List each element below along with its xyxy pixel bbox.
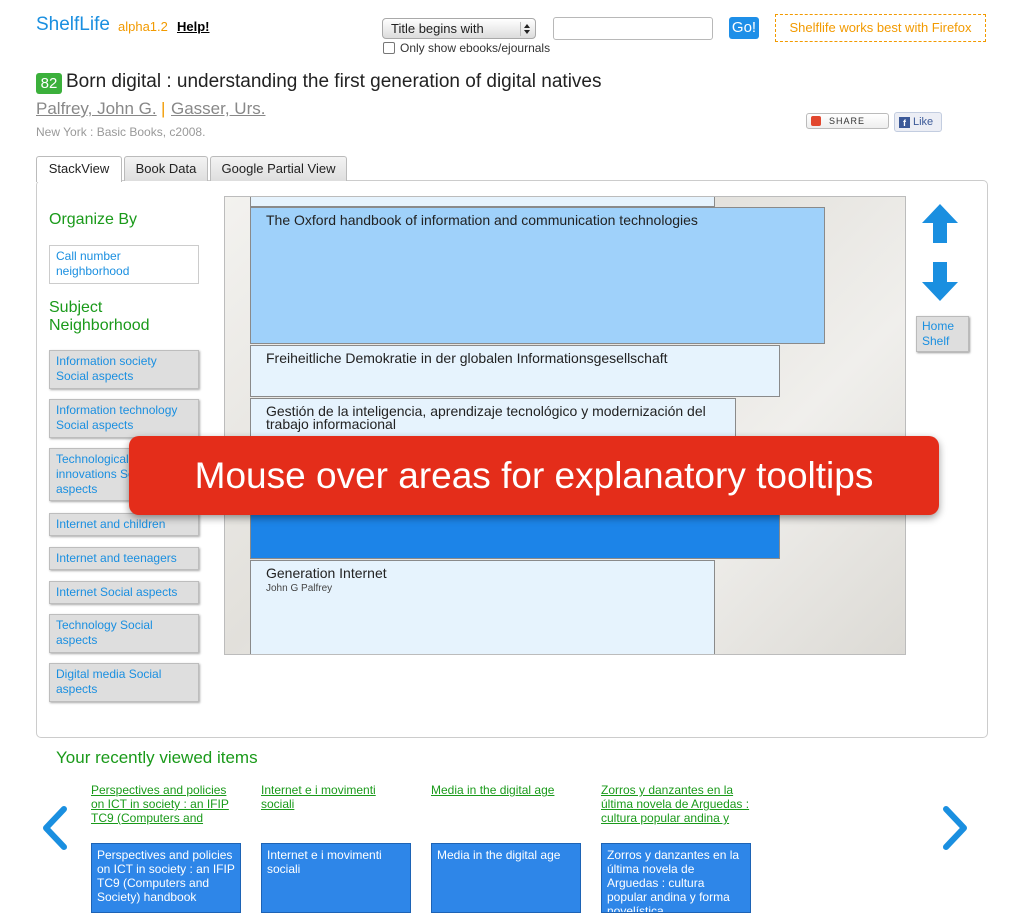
stack-view: The Oxford handbook of information and c… [224,196,906,655]
tooltip-banner: Mouse over areas for explanatory tooltip… [129,436,939,515]
book-title: Generation Internet [266,565,387,581]
facebook-icon: f [899,117,910,128]
search-type-select[interactable]: Title begins with [382,18,536,39]
go-button[interactable]: Go! [729,17,759,39]
author-link-1[interactable]: Palfrey, John G. [36,99,157,119]
recent-item-link[interactable]: Internet e i movimenti sociali [261,783,411,827]
book-title: Freiheitliche Demokratie in der globalen… [266,350,668,366]
share-button[interactable]: SHARE [806,113,889,129]
book-title: The Oxford handbook of information and c… [266,212,698,228]
subject-item[interactable]: Digital media Social aspects [49,663,199,702]
search-input[interactable] [553,17,713,40]
tab-google-partial-view[interactable]: Google Partial View [210,156,347,181]
subject-item[interactable]: Information society Social aspects [49,350,199,389]
facebook-like-button[interactable]: f Like [894,112,942,132]
ebooks-checkbox[interactable] [383,42,395,54]
subject-item[interactable]: Technology Social aspects [49,614,199,653]
stack-book[interactable]: Generation Internet John G Palfrey [250,560,715,654]
stack-book-partial[interactable] [250,197,715,207]
book-title: Gestión de la inteligencia, aprendizaje … [266,403,706,432]
subject-item[interactable]: Internet and teenagers [49,547,199,570]
page-title: Born digital : understanding the first g… [66,71,602,92]
firefox-note: Shelflife works best with Firefox [775,14,986,42]
arrow-up-icon[interactable] [918,201,962,245]
recent-item-book[interactable]: Media in the digital age [431,843,581,913]
app-logo[interactable]: ShelfLife [36,14,110,36]
like-label: Like [913,116,934,128]
chevron-left-icon[interactable] [38,805,72,851]
organize-by-heading: Organize By [49,211,138,228]
help-link[interactable]: Help! [177,19,210,34]
recent-item-book[interactable]: Perspectives and policies on ICT in soci… [91,843,241,913]
author-link-2[interactable]: Gasser, Urs. [171,99,265,119]
book-author: John G Palfrey [266,583,333,594]
version-label: alpha1.2 [118,19,168,34]
score-badge: 82 [36,73,62,94]
share-label: SHARE [829,116,866,126]
chevron-right-icon[interactable] [938,805,972,851]
share-icon [811,116,821,126]
recent-item-link[interactable]: Perspectives and policies on ICT in soci… [91,783,241,827]
publication-info: New York : Basic Books, c2008. [36,125,206,139]
recent-item-book[interactable]: Zorros y danzantes en la última novela d… [601,843,751,913]
subject-item[interactable]: Internet Social aspects [49,581,199,604]
author-separator: | [161,99,166,118]
home-shelf-button[interactable]: Home Shelf [916,316,969,352]
recent-item-link[interactable]: Media in the digital age [431,783,581,827]
ebooks-checkbox-label: Only show ebooks/ejournals [400,41,551,55]
tab-stackview[interactable]: StackView [36,156,122,182]
tab-book-data[interactable]: Book Data [124,156,208,181]
recent-item-book[interactable]: Internet e i movimenti sociali [261,843,411,913]
search-type-value: Title begins with [391,21,484,36]
select-arrows-icon [520,22,532,36]
call-number-option[interactable]: Call number neighborhood [49,245,199,284]
subject-neighborhood-heading: Subject Neighborhood [49,299,150,334]
stack-book[interactable]: The Oxford handbook of information and c… [250,207,825,344]
stack-book[interactable]: Freiheitliche Demokratie in der globalen… [250,345,780,397]
subject-item[interactable]: Internet and children [49,513,199,536]
arrow-down-icon[interactable] [918,260,962,304]
recent-item-link[interactable]: Zorros y danzantes en la última novela d… [601,783,751,827]
subject-item[interactable]: Information technology Social aspects [49,399,199,438]
recent-items-heading: Your recently viewed items [56,748,258,767]
